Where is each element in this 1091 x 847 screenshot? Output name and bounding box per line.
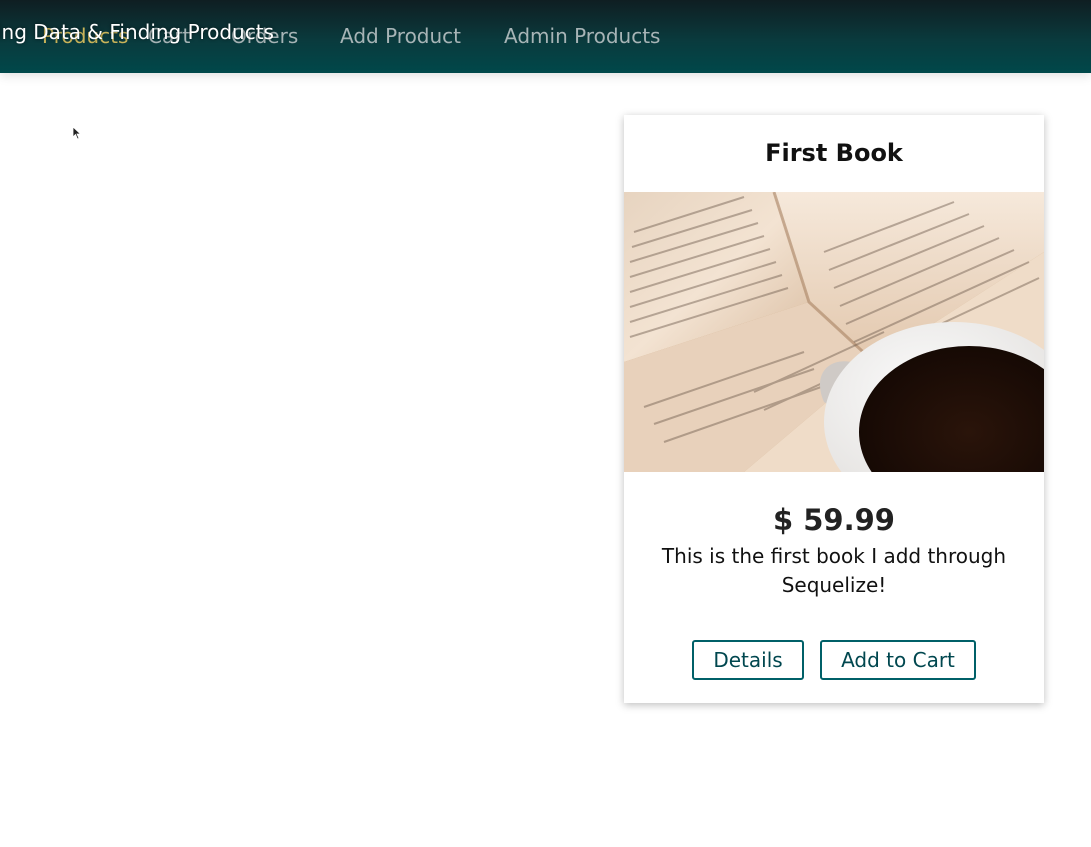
product-card: First Book $ 59.99 This is the first boo… bbox=[624, 115, 1044, 703]
nav-admin-products[interactable]: Admin Products bbox=[504, 24, 660, 48]
add-to-cart-button[interactable]: Add to Cart bbox=[820, 640, 976, 680]
video-caption-overlay: ing Data & Finding Products bbox=[0, 20, 274, 44]
product-title: First Book bbox=[765, 139, 903, 167]
details-button[interactable]: Details bbox=[692, 640, 804, 680]
nav-add-product[interactable]: Add Product bbox=[340, 24, 461, 48]
product-image bbox=[624, 192, 1044, 472]
main-header: Products Cart Orders Add Product Admin P… bbox=[0, 0, 1091, 73]
product-price: $ 59.99 bbox=[772, 503, 895, 537]
product-description: This is the first book I add through Seq… bbox=[661, 544, 1007, 597]
